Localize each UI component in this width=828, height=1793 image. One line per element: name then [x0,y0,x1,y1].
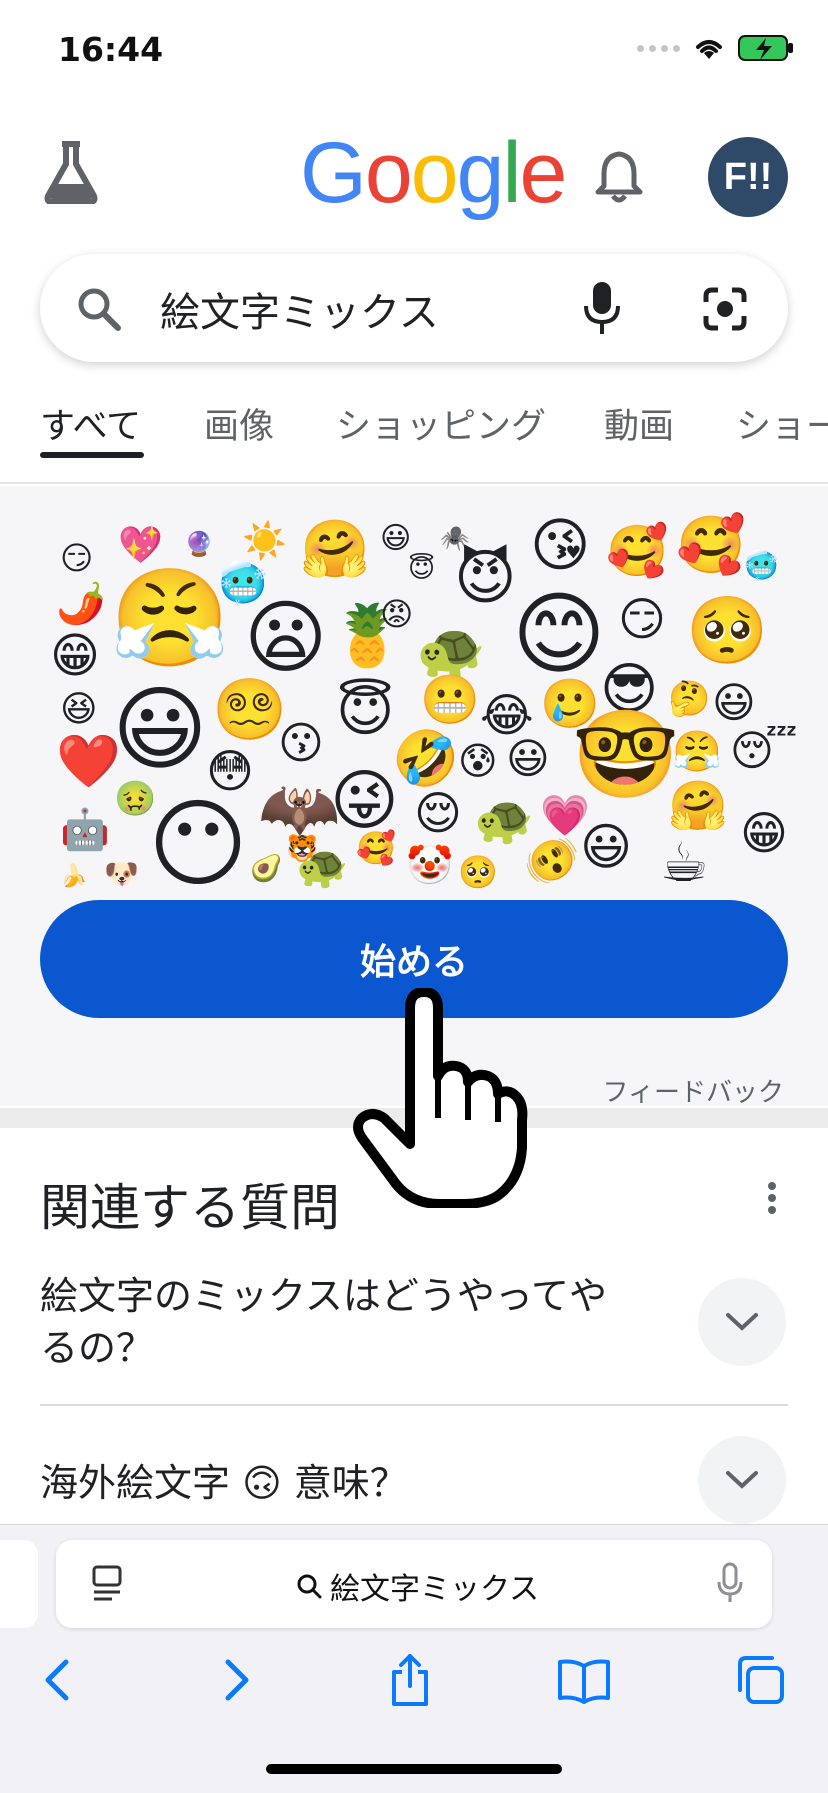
tab-videos[interactable]: 動画 [604,398,674,449]
signal-icon [637,44,680,52]
tab-shopping[interactable]: ショッピング [336,398,546,449]
account-avatar[interactable]: F!! [708,137,788,217]
forward-arrow-icon[interactable] [208,1652,264,1708]
google-lens-camera-icon[interactable] [700,284,750,334]
more-options-icon[interactable] [766,1180,778,1216]
voice-search-mic-icon[interactable] [580,280,624,336]
chevron-down-icon [726,1313,758,1331]
home-indicator [266,1764,562,1774]
feedback-link[interactable]: フィードバック [603,1072,784,1109]
battery-charging-icon [738,35,793,61]
address-text: 絵文字ミックス [330,1572,540,1607]
back-arrow-icon[interactable] [30,1652,86,1708]
previous-tab-peek[interactable] [0,1540,38,1628]
labs-flask-icon[interactable] [42,140,100,204]
status-icons [637,34,794,62]
expand-question-1-button[interactable] [698,1278,786,1366]
notifications-bell-icon[interactable] [592,148,646,204]
related-question-2[interactable]: 海外絵文字 🙃 意味？ [40,1452,408,1507]
status-time: 16:44 [58,30,164,69]
page-menu-icon[interactable] [90,1564,124,1602]
share-icon[interactable] [382,1652,438,1708]
search-icon [297,1574,322,1599]
search-query[interactable]: 絵文字ミックス [160,280,439,338]
expand-question-2-button[interactable] [698,1436,786,1524]
bookmarks-book-icon[interactable] [556,1652,612,1708]
related-question-1[interactable]: 絵文字のミックスはどうやってやるの？ [40,1270,640,1374]
address-bar[interactable]: 絵文字ミックス [56,1540,772,1628]
dictation-mic-icon[interactable] [716,1562,744,1604]
related-questions-title: 関連する質問 [40,1179,340,1237]
tab-all[interactable]: すべて [40,398,141,449]
search-box[interactable]: 絵文字ミックス [40,254,788,362]
chevron-down-icon [726,1471,758,1489]
active-tab-indicator [40,452,144,458]
google-logo[interactable]: Google [300,130,567,216]
tab-images[interactable]: 画像 [204,398,274,449]
wifi-icon [696,40,722,59]
tabs-overview-icon[interactable] [732,1652,788,1708]
search-icon [78,288,121,331]
question-divider [40,1404,788,1406]
tabs-divider [0,482,828,484]
tab-shorts[interactable]: ショー [736,398,828,449]
hand-pointer-icon [353,988,528,1208]
